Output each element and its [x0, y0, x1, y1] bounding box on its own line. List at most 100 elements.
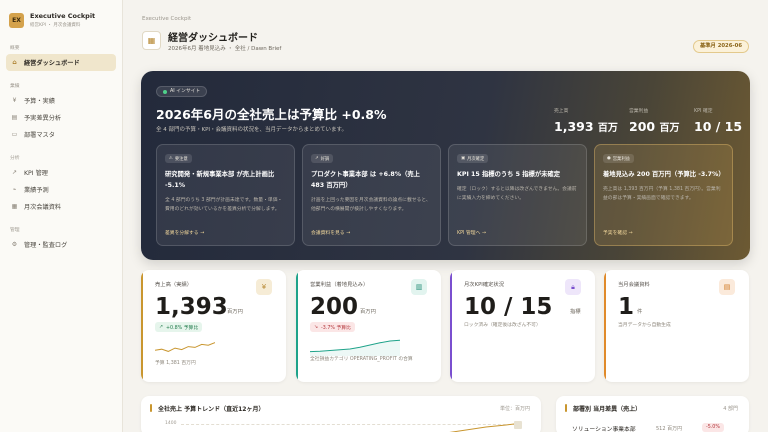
insight-body: 確定（ロック）すると以降は改ざんできません。会議前に実績入力を締めてください。 — [457, 187, 577, 201]
insight-link[interactable]: 会議資料を見る → — [311, 229, 350, 236]
kpi-label: 売上高（実績） — [155, 282, 193, 288]
sidebar-item-dashboard[interactable]: ⌂ 経営ダッシュボード — [6, 54, 116, 71]
sales-trend-panel: 全社売上 予算トレンド（直近12ヶ月） 単位：百万円 1400 — [141, 396, 541, 432]
sidebar-item-variance[interactable]: ▤ 予実差異分析 — [6, 109, 116, 126]
hero-kpi-label: KPI 確定 — [694, 109, 713, 114]
brand-title: Executive Cockpit — [30, 12, 96, 20]
hero-kpi-profit: 営業利益 200 百万 — [629, 107, 679, 134]
sidebar-item-audit-log[interactable]: ⚙ 管理・監査ログ — [6, 236, 116, 253]
file-icon: ▤ — [719, 279, 735, 295]
insight-link[interactable]: 差異を分解する → — [165, 229, 204, 236]
insight-tag: ▣ 月次確定 — [457, 154, 489, 163]
sidebar-item-label: 予算・実績 — [24, 98, 55, 105]
kpi-value: 1 — [618, 294, 635, 320]
ai-insight-hero: AI インサイト 2026年6月の全社売上は予算比 +0.8% 全 4 部門の予… — [141, 71, 750, 260]
brand-subtitle: 経営KPI ・ 月次会議資料 — [30, 23, 81, 28]
sidebar-item-meeting-docs[interactable]: ▦ 月次会議資料 — [6, 198, 116, 215]
insight-card-positive[interactable]: ↗ 好調 プロダクト事業本部 は +6.8%（売上 483 百万円） 計画を上回っ… — [302, 144, 441, 246]
kpi-note: 当月データから自動生成 — [618, 323, 671, 328]
kpi-card-sales[interactable]: 売上高（実績） ¥ 1,393 百万円 ↗ +0.8% 予算比 予算 1,381 … — [141, 270, 286, 382]
kpi-note: ロック済み（確定後は改ざん不可） — [464, 323, 541, 328]
dept-variance-panel: 部署別 当月差異（売上） 4 部門 ソリューション事業本部 512 百万円 -5… — [556, 396, 749, 432]
hero-headline: 2026年6月の全社売上は予算比 +0.8% — [156, 107, 387, 122]
sparkline — [155, 342, 215, 352]
dept-row-value: 512 百万円 — [656, 426, 683, 432]
insight-body: 売上高は 1,393 百万円（予算 1,381 百万円）。営業利益の部は予算・実… — [603, 187, 721, 201]
kpi-unit: 百万円 — [227, 309, 243, 315]
report-icon: ▦ — [11, 203, 18, 210]
calendar-icon: ▣ — [461, 156, 466, 161]
chart-icon: ↗ — [11, 169, 18, 176]
kpi-label: 月次KPI確定状況 — [464, 282, 505, 288]
insight-card-warning[interactable]: ⚠ 要注意 研究開発・新規事業本部 が売上計画比 -5.1% 全 4 部門のうち … — [156, 144, 295, 246]
card-accent — [450, 270, 452, 382]
coin-icon: ● — [607, 156, 611, 161]
sidebar: EX Executive Cockpit 経営KPI ・ 月次会議資料 概要 ⌂… — [0, 0, 123, 432]
sidebar-item-forecast[interactable]: ⌁ 業績予測 — [6, 181, 116, 198]
insight-tag: ● 営業利益 — [603, 154, 634, 163]
card-accent — [141, 270, 143, 382]
trend-line-preview — [449, 421, 523, 432]
document-icon: ▤ — [11, 114, 18, 121]
ai-badge-label: AI インサイト — [170, 89, 201, 94]
hero-kpi-sales: 売上高 1,393 百万 — [554, 107, 618, 134]
hero-kpi-value: 1,393 百万 — [554, 119, 618, 134]
lock-icon: 🔒︎ — [565, 279, 581, 295]
sparkline-path — [155, 342, 215, 352]
sidebar-item-label: 管理・監査ログ — [24, 242, 68, 249]
sidebar-item-budget-actual[interactable]: ¥ 予算・実績 — [6, 92, 116, 109]
page-subtitle: 2026年6月 着地見込み ・ 全社 / Dawn Brief — [168, 46, 282, 52]
card-accent — [296, 270, 298, 382]
insight-title: 着地見込み 200 百万円（予算比 -3.7%） — [603, 171, 725, 178]
brand: EX Executive Cockpit 経営KPI ・ 月次会議資料 — [0, 0, 122, 32]
trend-down-icon: ↘ — [314, 324, 319, 330]
kpi-value: 200 — [310, 294, 359, 320]
nav-group-performance: 業績 — [10, 84, 20, 89]
hero-kpi-label: 売上高 — [554, 109, 569, 114]
dept-row-label: ソリューション事業本部 — [572, 427, 636, 432]
insight-tag: ↗ 好調 — [311, 154, 334, 163]
sidebar-item-departments[interactable]: ▭ 部署マスタ — [6, 126, 116, 143]
axis-tick-label: 1400 — [165, 421, 177, 426]
hero-subtitle: 全 4 部門の予算・KPI・会議資料の状況を、当月データからまとめています。 — [156, 127, 347, 133]
panel-title: 部署別 当月差異（売上） — [573, 406, 642, 413]
panel-title: 全社売上 予算トレンド（直近12ヶ月） — [158, 406, 265, 413]
sidebar-item-kpi[interactable]: ↗ KPI 管理 — [6, 164, 116, 181]
kpi-card-kpi-status[interactable]: 月次KPI確定状況 🔒︎ 10 / 15 指標 ロック済み（確定後は改ざん不可） — [450, 270, 595, 382]
insight-title: KPI 15 指標のうち 5 指標が未確定 — [457, 171, 561, 178]
trend-up-icon: ↗ — [315, 156, 319, 161]
kpi-unit: 百万円 — [360, 309, 376, 315]
nav-group-admin: 管理 — [10, 228, 20, 233]
insight-card-operating-profit[interactable]: ● 営業利益 着地見込み 200 百万円（予算比 -3.7%） 売上高は 1,39… — [594, 144, 733, 246]
yen-icon: ¥ — [12, 97, 17, 104]
sparkline — [310, 339, 400, 356]
kpi-variance-pill: ↘ -3.7% 予算比 — [310, 322, 355, 332]
panel-count: 4 部門 — [723, 406, 738, 412]
status-dot-icon — [163, 89, 167, 94]
dept-row-pill: -5.0% — [702, 423, 724, 432]
insight-body: 全 4 部門のうち 3 部門が計画未達です。数量・単価・費用のどれが効いているか… — [165, 198, 283, 212]
dashboard-icon: ▦ — [142, 31, 161, 50]
hero-kpi-value: 200 百万 — [629, 119, 680, 134]
insight-link[interactable]: KPI 管理へ → — [457, 229, 486, 236]
kpi-card-meeting-docs[interactable]: 当月会議資料 ▤ 1 件 当月データから自動生成 — [604, 270, 749, 382]
kpi-value: 10 / 15 — [464, 294, 553, 320]
breadcrumb[interactable]: Executive Cockpit — [142, 16, 191, 22]
sidebar-item-label: 業績予測 — [24, 187, 49, 194]
insight-tag: ⚠ 要注意 — [165, 154, 192, 163]
sidebar-item-label: KPI 管理 — [24, 170, 48, 177]
folder-icon: ▭ — [11, 131, 18, 138]
kpi-label: 営業利益（着地見込み） — [310, 282, 369, 288]
kpi-value: 1,393 — [155, 294, 228, 320]
insight-card-monthly-close[interactable]: ▣ 月次確定 KPI 15 指標のうち 5 指標が未確定 確定（ロック）すると以降… — [448, 144, 587, 246]
warning-icon: ⚠ — [169, 156, 173, 161]
insight-body: 計画を上回った要因を月次会議資料の論点に載せると、他部門への横展開が検討しやすく… — [311, 198, 431, 212]
sidebar-item-label: 月次会議資料 — [24, 204, 62, 211]
hero-kpi-confirmed: KPI 確定 10 / 15 — [694, 107, 742, 134]
nav-group-overview: 概要 — [10, 46, 20, 51]
yen-icon: ¥ — [256, 279, 272, 295]
period-badge[interactable]: 基準月 2026-06 — [692, 40, 749, 53]
insight-link[interactable]: 予実を確認 → — [603, 229, 633, 236]
bar-chart-icon: ▥ — [411, 279, 427, 295]
kpi-card-operating-profit[interactable]: 営業利益（着地見込み） ▥ 200 百万円 ↘ -3.7% 予算比 全社損益カテゴ… — [296, 270, 441, 382]
